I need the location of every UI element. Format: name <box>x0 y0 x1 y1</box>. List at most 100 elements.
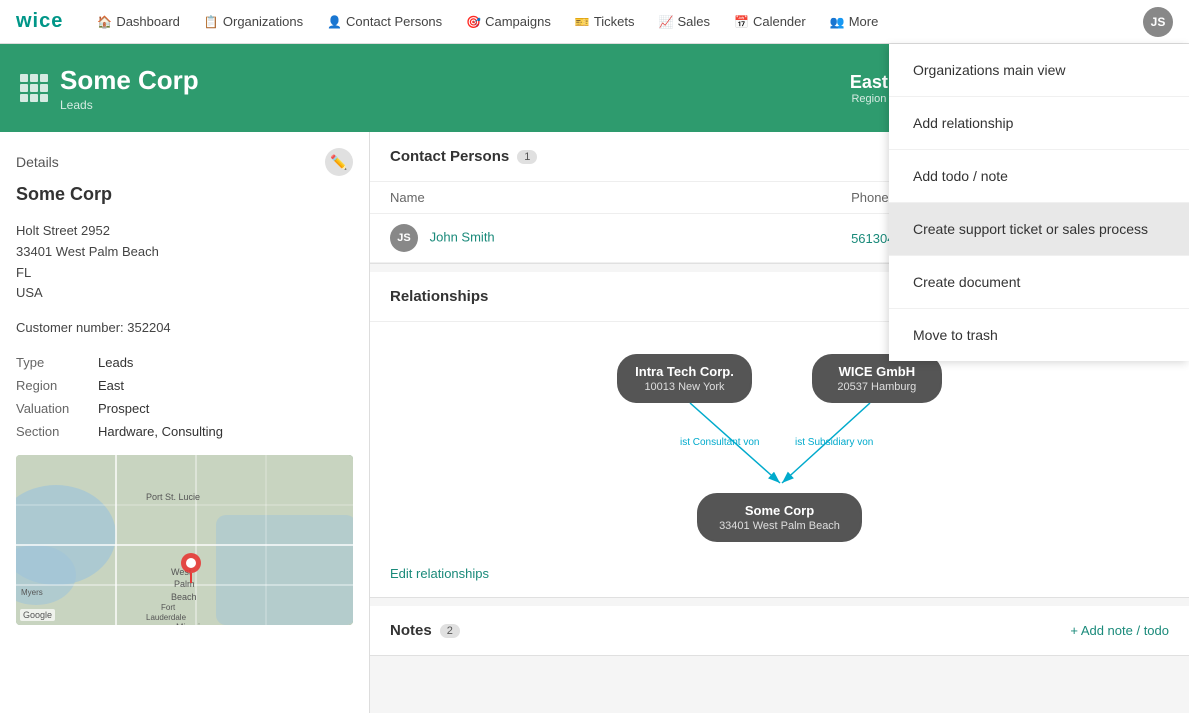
company-grid-icon <box>20 74 48 102</box>
contact-persons-badge: 1 <box>517 150 537 164</box>
type-value: Leads <box>98 355 133 370</box>
contact-avatar: JS <box>390 224 418 252</box>
svg-text:Myers: Myers <box>21 588 43 597</box>
grid-cell-3 <box>40 74 48 82</box>
rel-arrows-container: ist Consultant von ist Subsidiary von <box>600 403 960 493</box>
nav-item-campaigns[interactable]: 🎯 Campaigns <box>456 10 561 33</box>
contact-name-link[interactable]: John Smith <box>430 229 495 244</box>
rel-diagram: Intra Tech Corp. 10013 New York WICE Gmb… <box>390 338 1169 558</box>
more-icon: 👥 <box>830 15 845 29</box>
notes-title-group: Notes 2 <box>390 622 460 639</box>
section-label: Section <box>16 424 86 439</box>
details-header: Details ✏️ <box>0 132 369 184</box>
nav-item-sales[interactable]: 📈 Sales <box>649 10 720 33</box>
detail-row-region: Region East <box>0 374 369 397</box>
svg-text:Miami: Miami <box>176 622 200 625</box>
nav-item-organizations[interactable]: 📋 Organizations <box>194 10 313 33</box>
sales-icon: 📈 <box>659 15 674 29</box>
valuation-value: Prospect <box>98 401 149 416</box>
relationships-body: Intra Tech Corp. 10013 New York WICE Gmb… <box>370 322 1189 597</box>
nav-item-dashboard[interactable]: 🏠 Dashboard <box>87 10 190 33</box>
grid-cell-9 <box>40 94 48 102</box>
svg-text:Fort: Fort <box>161 603 176 612</box>
type-label: Type <box>16 355 86 370</box>
dropdown-item-create-document[interactable]: Create document <box>889 256 1189 309</box>
dropdown-item-create-support-ticket[interactable]: Create support ticket or sales process <box>889 203 1189 256</box>
notes-badge: 2 <box>440 624 460 638</box>
nav-item-tickets[interactable]: 🎫 Tickets <box>565 10 645 33</box>
grid-cell-6 <box>40 84 48 92</box>
dropdown-item-org-main-view[interactable]: Organizations main view <box>889 44 1189 97</box>
dropdown-item-add-todo-note[interactable]: Add todo / note <box>889 150 1189 203</box>
header-subtitle: Leads <box>60 98 199 112</box>
map-watermark: Google <box>20 609 55 621</box>
rel-intra-title: Intra Tech Corp. <box>635 364 734 379</box>
contact-name-cell: JS John Smith <box>370 214 831 263</box>
nav-item-contact-persons[interactable]: 👤 Contact Persons <box>317 10 452 33</box>
map-placeholder: Port St. Lucie Myers West Palm Beach For… <box>16 455 353 625</box>
address-line1: Holt Street 2952 <box>16 221 353 242</box>
nav-items: 🏠 Dashboard 📋 Organizations 👤 Contact Pe… <box>87 10 1143 33</box>
grid-cell-2 <box>30 74 38 82</box>
edit-relationships-link[interactable]: Edit relationships <box>390 566 489 581</box>
customer-number: Customer number: 352204 <box>0 320 369 351</box>
rel-node-somecorp: Some Corp 33401 West Palm Beach <box>697 493 862 542</box>
header-company-name: Some Corp <box>60 65 199 96</box>
nav-item-organizations-label: Organizations <box>223 14 303 29</box>
campaigns-icon: 🎯 <box>466 15 481 29</box>
nav-item-more-label: More <box>849 14 879 29</box>
customer-number-value: 352204 <box>127 320 170 335</box>
detail-row-type: Type Leads <box>0 351 369 374</box>
svg-text:ist Consultant von: ist Consultant von <box>680 437 760 448</box>
rel-node-intra: Intra Tech Corp. 10013 New York <box>617 354 752 403</box>
detail-row-section: Section Hardware, Consulting <box>0 420 369 443</box>
calender-icon: 📅 <box>734 15 749 29</box>
add-note-button[interactable]: + Add note / todo <box>1070 623 1169 638</box>
nav-item-sales-label: Sales <box>677 14 710 29</box>
rel-somecorp-title: Some Corp <box>719 503 840 518</box>
nav-item-more[interactable]: 👥 More <box>820 10 889 33</box>
nav-item-dashboard-label: Dashboard <box>116 14 180 29</box>
details-title: Details <box>16 154 59 170</box>
valuation-label: Valuation <box>16 401 86 416</box>
rel-arrows-svg: ist Consultant von ist Subsidiary von <box>600 403 960 493</box>
col-name: Name <box>370 182 831 214</box>
rel-top-row: Intra Tech Corp. 10013 New York WICE Gmb… <box>617 354 942 403</box>
svg-text:Beach: Beach <box>171 592 197 602</box>
customer-number-label: Customer number: <box>16 320 124 335</box>
user-avatar[interactable]: JS <box>1143 7 1173 37</box>
address-line4: USA <box>16 283 353 304</box>
header-tag-region-label: Region <box>850 93 888 105</box>
avatar-initials: JS <box>1151 15 1166 29</box>
dashboard-icon: 🏠 <box>97 15 112 29</box>
header-tag-region-value: East <box>850 72 888 93</box>
address-line2: 33401 West Palm Beach <box>16 242 353 263</box>
rel-node-wice: WICE GmbH 20537 Hamburg <box>812 354 942 403</box>
nav-item-calender[interactable]: 📅 Calender <box>724 10 816 33</box>
left-panel: Details ✏️ Some Corp Holt Street 2952 33… <box>0 132 370 713</box>
dropdown-item-move-to-trash[interactable]: Move to trash <box>889 309 1189 361</box>
grid-cell-1 <box>20 74 28 82</box>
map-container: Port St. Lucie Myers West Palm Beach For… <box>16 455 353 625</box>
relationships-title: Relationships <box>390 288 488 305</box>
notes-header: Notes 2 + Add note / todo <box>370 606 1189 655</box>
address-line3: FL <box>16 263 353 284</box>
app-logo: wice <box>16 10 63 33</box>
header-tag-region: East Region <box>850 72 888 105</box>
nav-item-campaigns-label: Campaigns <box>485 14 551 29</box>
tickets-icon: 🎫 <box>575 15 590 29</box>
dropdown-item-add-relationship[interactable]: Add relationship <box>889 97 1189 150</box>
rel-wice-sub: 20537 Hamburg <box>830 381 924 393</box>
notes-title: Notes <box>390 622 432 639</box>
notes-section: Notes 2 + Add note / todo <box>370 606 1189 656</box>
edit-details-button[interactable]: ✏️ <box>325 148 353 176</box>
organizations-icon: 📋 <box>204 15 219 29</box>
rel-intra-sub: 10013 New York <box>635 381 734 393</box>
dropdown-menu: Organizations main view Add relationship… <box>889 44 1189 361</box>
region-value: East <box>98 378 124 393</box>
detail-row-valuation: Valuation Prospect <box>0 397 369 420</box>
svg-text:Port St. Lucie: Port St. Lucie <box>146 492 200 502</box>
company-name-detail: Some Corp <box>0 184 369 221</box>
contact-persons-icon: 👤 <box>327 15 342 29</box>
grid-cell-5 <box>30 84 38 92</box>
